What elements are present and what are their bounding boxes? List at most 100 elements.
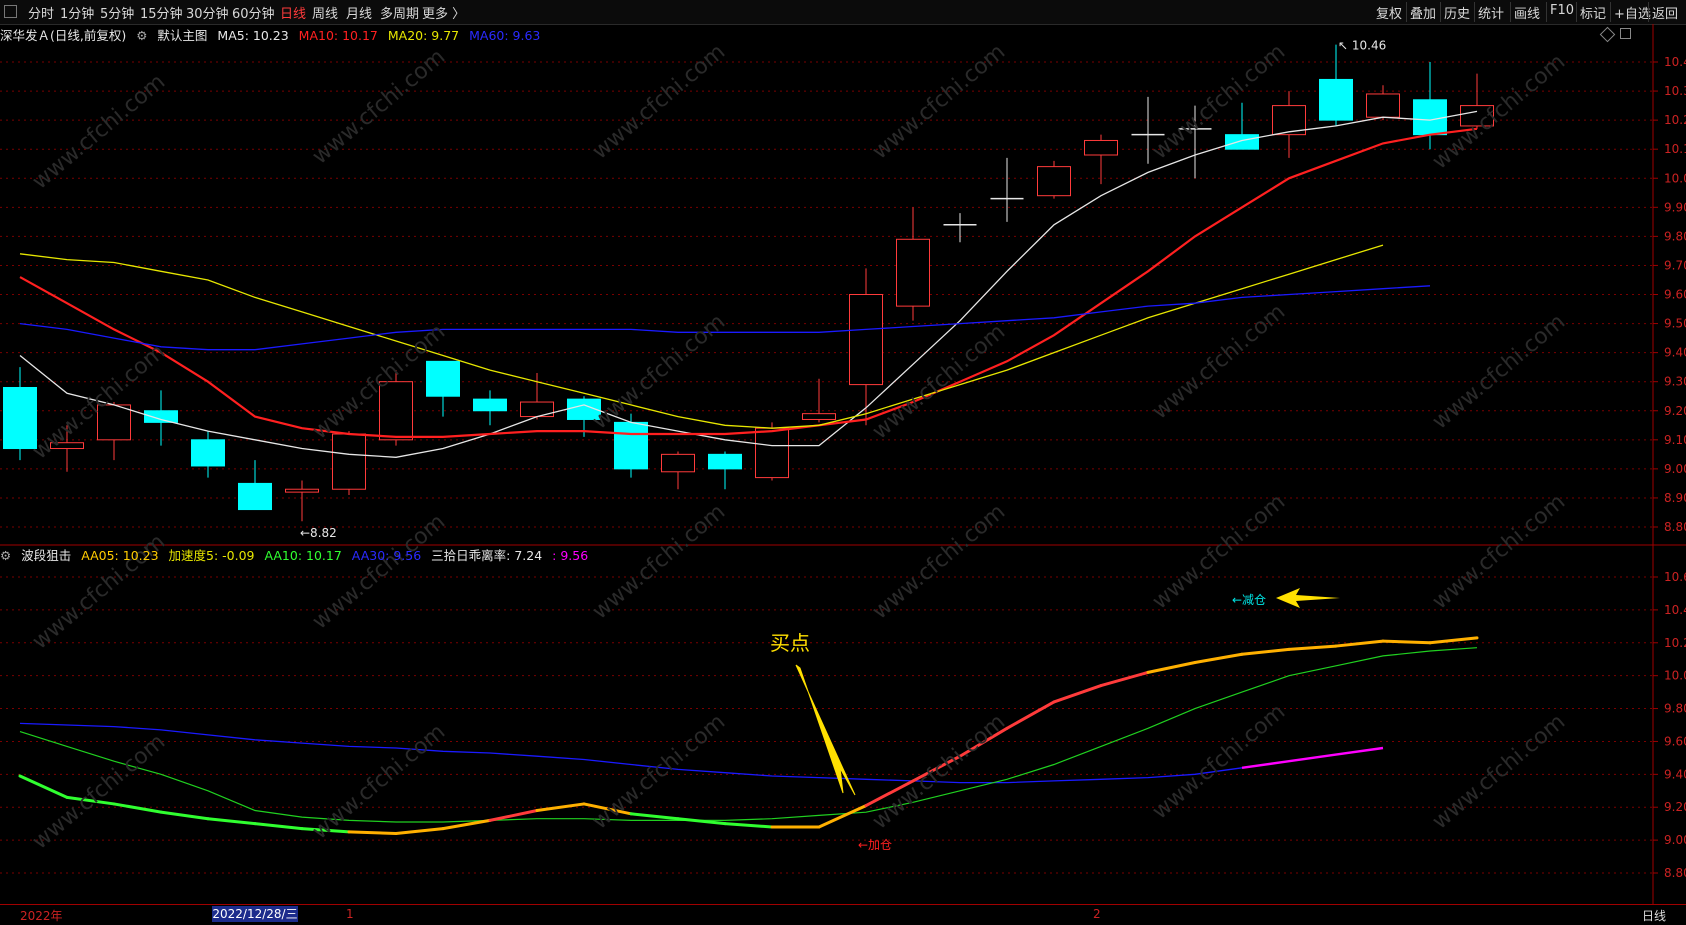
candle-up: [285, 488, 319, 493]
price-tick-label: 9.70: [1664, 258, 1686, 272]
ma-line-ma10: [19, 127, 1478, 438]
bias2-label: : 9.56: [552, 548, 589, 563]
candle-down: [1225, 134, 1259, 150]
month-label-2: 2: [1093, 907, 1101, 921]
reduce-position-label: ←减仓: [1232, 593, 1266, 607]
candle-up: [849, 294, 883, 386]
price-tick-label: 9.50: [1664, 317, 1686, 331]
aa05-segment: [1381, 639, 1432, 645]
price-tick-label: 10.00: [1664, 171, 1686, 185]
candle-up: [1037, 166, 1071, 197]
watermark-text: www.cfchi.com: [868, 499, 1010, 624]
ma5-label: MA5: 10.23: [217, 28, 289, 43]
chart-canvas: 10.40 10.30 10.20 10.10 10.00 9.90 9.80 9.70 9.6…: [0, 24, 1686, 904]
indicator-tick-label: 9.40: [1664, 767, 1686, 781]
candle-down: [708, 453, 742, 470]
accel-label: 加速度5: -0.09: [168, 548, 255, 563]
aa05-segment: [206, 817, 257, 826]
aa05-segment: [1052, 684, 1103, 704]
cursor-date-label: 2022/12/28/三: [212, 906, 298, 922]
candle-down: [614, 421, 648, 470]
candle-down: [1413, 99, 1447, 136]
aa05-segment: [112, 802, 163, 814]
aa05-segment: [347, 830, 398, 836]
indicator-name[interactable]: 波段狙击: [21, 548, 71, 563]
low-annotation: ←8.82: [300, 526, 337, 540]
aa05-segment: [1334, 639, 1385, 648]
watermark-text: www.cfchi.com: [1148, 699, 1290, 824]
price-tick-label: 10.40: [1664, 55, 1686, 69]
window-toggle-icon[interactable]: [1620, 28, 1631, 39]
settings-gear-icon[interactable]: ⚙: [136, 28, 147, 43]
price-tick-label: 9.00: [1664, 462, 1686, 476]
price-tick-label: 8.80: [1664, 520, 1686, 534]
indicator-tick-label: 10.00: [1664, 669, 1686, 683]
watermark-text: www.cfchi.com: [1428, 489, 1570, 614]
price-tick-label: 9.30: [1664, 375, 1686, 389]
price-tick-label: 9.40: [1664, 346, 1686, 360]
indicator-tick-label: 8.80: [1664, 866, 1686, 880]
aa05-segment: [629, 812, 680, 821]
chart-name[interactable]: 默认主图: [157, 28, 207, 43]
aa05-segment: [394, 827, 445, 836]
aa05-label: AA05: 10.23: [81, 548, 159, 563]
watermark-text: www.cfchi.com: [1428, 309, 1570, 434]
watermark-text: www.cfchi.com: [1428, 709, 1570, 834]
aa30-label: AA30: 9.56: [351, 548, 422, 563]
indicator-header: ⚙ 波段狙击 AA05: 10.23 加速度5: -0.09 AA10: 10.…: [0, 545, 594, 563]
candle-up: [1366, 93, 1400, 118]
candle-up: [802, 413, 836, 420]
period-label[interactable]: 日线: [1642, 907, 1666, 924]
watermark-text: www.cfchi.com: [868, 39, 1010, 164]
watermark-text: www.cfchi.com: [1148, 39, 1290, 164]
indicator-tick-label: 9.00: [1664, 833, 1686, 847]
price-tick-label: 9.10: [1664, 433, 1686, 447]
candle-down: [238, 482, 272, 511]
indicator-gear-icon[interactable]: ⚙: [0, 548, 11, 563]
price-tick-label: 9.60: [1664, 288, 1686, 302]
aa10-label: AA10: 10.17: [264, 548, 342, 563]
bias-label: 三拾日乖离率: 7.24: [431, 548, 543, 563]
candle-down: [473, 398, 507, 412]
indicator-tick-label: 9.60: [1664, 734, 1686, 748]
aa05-segment: [1146, 661, 1197, 674]
aa05-segment: [253, 822, 304, 831]
watermark-text: www.cfchi.com: [1148, 299, 1290, 424]
main-chart-header: 深华发Ａ(日线,前复权) ⚙ 默认主图 MA5: 10.23 MA10: 10.…: [0, 25, 546, 43]
price-tick-label: 9.90: [1664, 200, 1686, 214]
watermark-text: www.cfchi.com: [588, 39, 730, 164]
aa05-segment: [18, 774, 69, 799]
stock-title: 深华发Ａ(日线,前复权): [0, 28, 127, 43]
watermark-text: www.cfchi.com: [28, 69, 170, 194]
watermark-text: www.cfchi.com: [1428, 49, 1570, 174]
aa05-segment: [723, 822, 774, 829]
candle-up: [332, 433, 366, 490]
indicator-tick-label: 9.80: [1664, 702, 1686, 716]
aa05-segment: [1099, 670, 1150, 688]
price-tick-label: 10.30: [1664, 84, 1686, 98]
watermark-text: www.cfchi.com: [308, 44, 450, 169]
indicator-tick-label: 10.60: [1664, 570, 1686, 584]
price-tick-label: 10.10: [1664, 142, 1686, 156]
ma10-label: MA10: 10.17: [298, 28, 378, 43]
aa05-segment: [1287, 644, 1338, 651]
aa05-segment: [159, 810, 210, 821]
watermark-text: www.cfchi.com: [28, 729, 170, 854]
indicator-tick-label: 10.20: [1664, 636, 1686, 650]
watermark-text: www.cfchi.com: [1148, 489, 1290, 614]
indicator-tick-label: 10.40: [1664, 603, 1686, 617]
date-axis: 2022年 2022/12/28/三 1 2 日线: [0, 904, 1686, 925]
price-tick-label: 9.20: [1664, 404, 1686, 418]
candle-down: [1319, 78, 1353, 121]
ma60-label: MA60: 9.63: [469, 28, 541, 43]
aa05-segment: [676, 817, 727, 826]
watermark-text: www.cfchi.com: [868, 709, 1010, 834]
watermark-text: www.cfchi.com: [28, 339, 170, 464]
watermark-text: www.cfchi.com: [308, 719, 450, 844]
watermark-text: www.cfchi.com: [588, 499, 730, 624]
candle-down: [3, 387, 37, 450]
ma20-label: MA20: 9.77: [387, 28, 460, 43]
candle-up: [896, 238, 930, 307]
aa05-segment: [817, 804, 868, 829]
price-tick-label: 9.80: [1664, 229, 1686, 243]
